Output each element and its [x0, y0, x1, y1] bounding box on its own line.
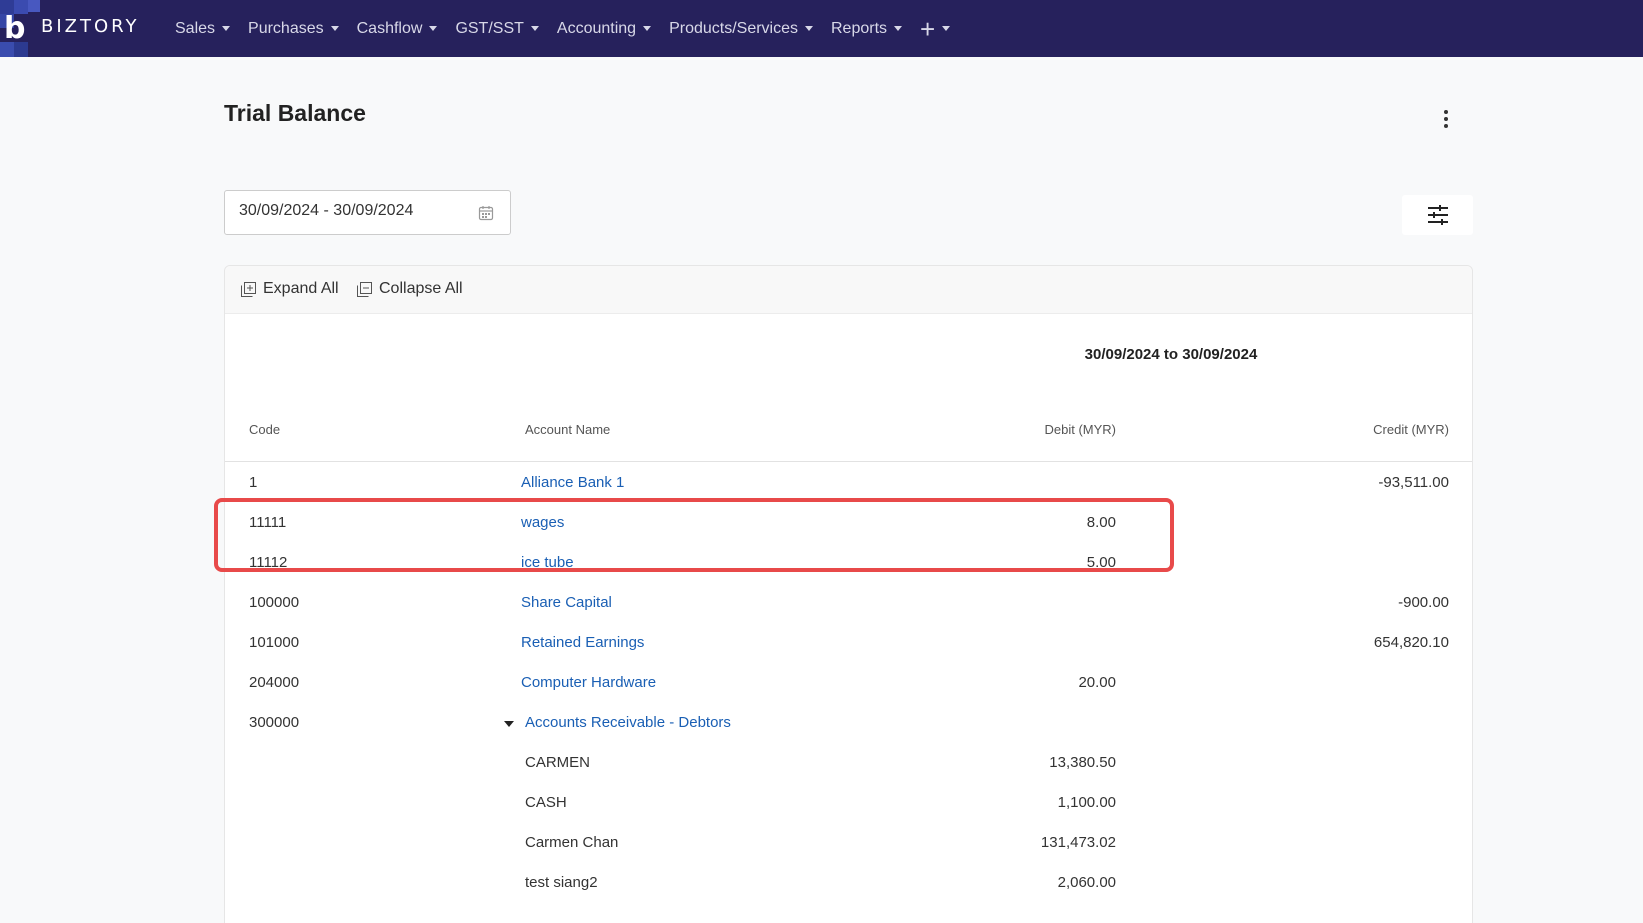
nav-products-services-label: Products/Services — [669, 19, 798, 37]
row-credit: -93,511.00 — [1378, 474, 1449, 491]
row-credit: 654,820.10 — [1373, 634, 1449, 651]
row-debit: 2,060.00 — [1057, 874, 1116, 891]
date-range-field[interactable] — [224, 190, 511, 235]
more-options-icon[interactable] — [1440, 110, 1452, 132]
nav-reports[interactable]: Reports — [831, 19, 903, 38]
expand-all-label: Expand All — [263, 280, 339, 297]
account-link[interactable]: Computer Hardware — [521, 674, 656, 691]
row-debit: 8.00 — [1086, 514, 1116, 531]
expand-all-button[interactable]: Expand All — [241, 280, 339, 298]
filter-settings-button[interactable] — [1402, 195, 1473, 235]
row-debit: 131,473.02 — [1040, 834, 1116, 851]
row-code: 300000 — [249, 714, 300, 731]
nav-quick-add[interactable]: + — [920, 13, 951, 44]
row-debit: 20.00 — [1078, 674, 1116, 691]
nav-purchases[interactable]: Purchases — [248, 20, 339, 38]
contact-name: CASH — [525, 794, 567, 811]
account-link[interactable]: ice tube — [521, 554, 574, 571]
sliders-icon — [1428, 205, 1448, 225]
chevron-down-icon — [530, 26, 539, 31]
chevron-down-icon — [429, 26, 438, 31]
chevron-down-icon — [805, 26, 813, 31]
plus-icon: + — [920, 13, 936, 44]
nav-cashflow[interactable]: Cashflow — [357, 20, 438, 38]
table-row: 204000 Computer Hardware 20.00 — [225, 662, 1472, 702]
row-debit: 1,100.00 — [1057, 794, 1116, 811]
logo-mark-icon: b — [4, 11, 26, 46]
contact-name: Carmen Chan — [525, 834, 619, 851]
row-code: 204000 — [249, 674, 300, 691]
chevron-down-icon — [894, 26, 903, 31]
biztory-logo[interactable]: b BIZTORY — [0, 0, 165, 57]
trial-balance-card: Expand All Collapse All 30/09/2024 to 30… — [224, 265, 1473, 923]
column-header-credit: Credit (MYR) — [1373, 422, 1449, 437]
nav-cashflow-label: Cashflow — [356, 19, 423, 37]
collapse-icon — [357, 281, 372, 297]
chevron-down-icon — [222, 26, 231, 31]
contact-name: test siang2 — [525, 874, 598, 891]
table-row: 101000 Retained Earnings 654,820.10 — [225, 622, 1472, 662]
row-code: 101000 — [249, 634, 300, 651]
table-row: 100000 Share Capital -900.00 — [225, 582, 1472, 622]
date-range-input[interactable] — [239, 202, 469, 220]
logo-text: BIZTORY — [41, 16, 140, 37]
nav-accounting[interactable]: Accounting — [556, 19, 652, 38]
column-header-debit: Debit (MYR) — [1044, 422, 1116, 437]
chevron-down-icon — [643, 26, 652, 31]
card-toolbar: Expand All Collapse All — [225, 266, 1472, 314]
row-code: 1 — [249, 474, 258, 491]
nav-purchases-label: Purchases — [248, 19, 324, 37]
sub-row: CASH 1,100.00 — [225, 782, 1472, 822]
page-title: Trial Balance — [224, 100, 366, 126]
nav-gst-sst[interactable]: GST/SST — [455, 19, 539, 38]
nav-accounting-label: Accounting — [556, 19, 637, 37]
chevron-down-icon — [330, 26, 339, 31]
main-menu: Sales Purchases Cashflow GST/SST Account… — [175, 0, 968, 57]
collapse-all-button[interactable]: Collapse All — [357, 280, 463, 298]
collapse-caret-icon[interactable] — [504, 721, 514, 727]
nav-reports-label: Reports — [831, 19, 888, 37]
contact-name: CARMEN — [525, 754, 591, 771]
column-header-code: Code — [249, 422, 281, 437]
top-navbar: b BIZTORY Sales Purchases Cashflow GST/S… — [0, 0, 1643, 57]
row-debit: 13,380.50 — [1049, 754, 1116, 771]
nav-sales-label: Sales — [175, 19, 216, 37]
report-period: 30/09/2024 to 30/09/2024 — [1084, 346, 1258, 363]
calendar-icon[interactable] — [478, 205, 494, 221]
sub-row: CARMEN 13,380.50 — [225, 742, 1472, 782]
nav-products-services[interactable]: Products/Services — [669, 20, 813, 38]
expand-icon — [241, 281, 256, 297]
account-link[interactable]: Accounts Receivable - Debtors — [525, 714, 731, 731]
row-debit: 5.00 — [1086, 554, 1116, 571]
collapse-all-label: Collapse All — [379, 280, 463, 297]
sub-row: test siang2 2,060.00 — [225, 862, 1472, 902]
row-code: 11111 — [249, 514, 287, 531]
column-header-account-name: Account Name — [525, 422, 611, 437]
row-code: 11112 — [249, 554, 288, 571]
table-row-group: 300000 Accounts Receivable - Debtors — [225, 702, 1472, 742]
row-credit: -900.00 — [1398, 594, 1449, 611]
account-link[interactable]: Share Capital — [521, 594, 612, 611]
account-link[interactable]: wages — [521, 514, 564, 531]
row-code: 100000 — [249, 594, 300, 611]
account-link[interactable]: Alliance Bank 1 — [521, 474, 624, 491]
table-row: 11111 wages 8.00 — [225, 502, 1472, 542]
chevron-down-icon — [942, 26, 951, 31]
sub-row: Carmen Chan 131,473.02 — [225, 822, 1472, 862]
account-link[interactable]: Retained Earnings — [521, 634, 644, 651]
table-row: 1 Alliance Bank 1 -93,511.00 — [225, 462, 1472, 502]
nav-gst-sst-label: GST/SST — [455, 19, 524, 37]
table-row: 11112 ice tube 5.00 — [225, 542, 1472, 582]
nav-sales[interactable]: Sales — [175, 19, 231, 38]
